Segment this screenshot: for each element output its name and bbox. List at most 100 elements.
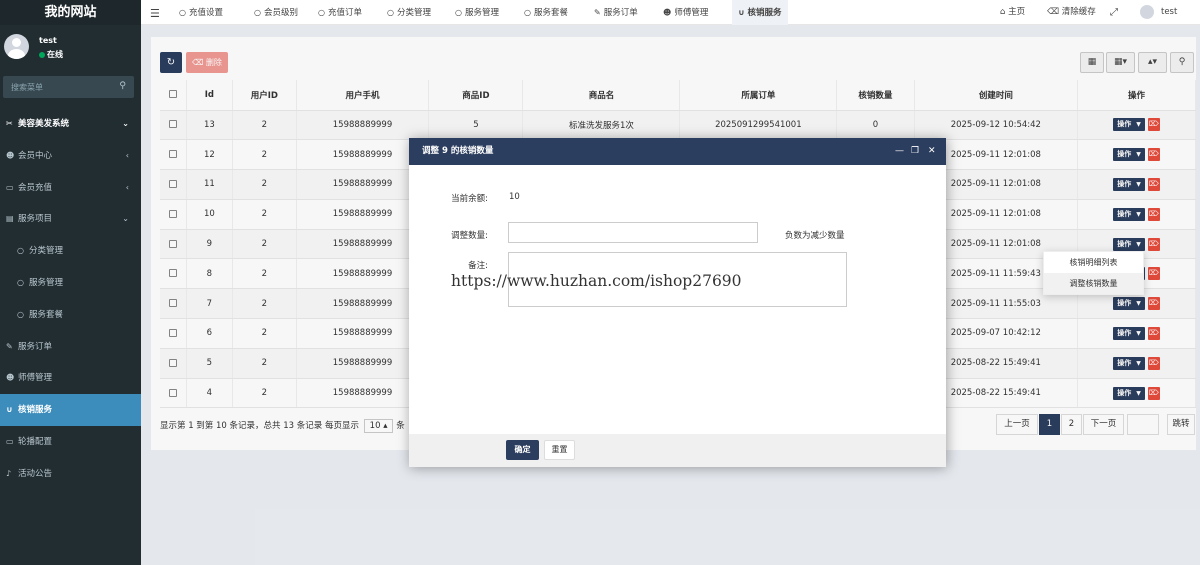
sidebar-item-9[interactable]: ∪ 核销服务 — [0, 394, 141, 426]
sidebar-item-10[interactable]: ▭ 轮播配置 — [0, 426, 141, 458]
tab-icon: ☻ — [663, 8, 672, 17]
trash-icon: ⌫ — [1047, 7, 1060, 17]
tab-label: 分类管理 — [396, 8, 431, 18]
action-dropdown-menu: 核销明细列表 调整核销数量 — [1043, 251, 1144, 295]
tab-0[interactable]: ○ 充值设置 — [179, 0, 223, 25]
sidebar-item-icon: ♪ — [6, 468, 12, 478]
brand-title[interactable]: 我的网站 — [0, 0, 141, 25]
sidebar-item-icon: ☻ — [6, 150, 15, 160]
user-status-label: 在线 — [47, 50, 63, 59]
tab-label: 会员级别 — [263, 8, 298, 18]
dropdown-item-writeoff-detail[interactable]: 核销明细列表 — [1044, 252, 1143, 273]
tab-1[interactable]: ○ 会员级别 — [254, 0, 298, 25]
dialog-header: 调整 9 的核销数量 — ❐ ✕ — [409, 138, 946, 165]
sidebar-item-label: 活动公告 — [18, 468, 53, 479]
top-user-name[interactable]: test — [1161, 0, 1177, 25]
avatar — [4, 34, 29, 59]
sidebar-item-icon: ○ — [17, 246, 24, 256]
sidebar-item-icon: ▭ — [6, 182, 14, 192]
sidebar-item-4[interactable]: ○ 分类管理 — [0, 235, 141, 267]
tab-icon: ○ — [387, 8, 394, 17]
clear-cache-link[interactable]: ⌫ 清除缓存 — [1047, 0, 1096, 25]
tab-icon: ✎ — [594, 8, 601, 17]
sidebar-item-6[interactable]: ○ 服务套餐 — [0, 299, 141, 331]
sidebar-item-label: 服务套餐 — [29, 309, 64, 320]
tab-6[interactable]: ✎ 服务订单 — [594, 0, 638, 25]
sidebar-menu: ✂ 美容美发系统 ⌄ ☻ 会员中心 ‹ ▭ 会员充值 ‹ ▤ 服务项目 ⌄ ○ 分类管理 ○ 服务管理 ○ 服务套… — [0, 108, 141, 490]
tab-icon: ○ — [254, 8, 261, 17]
reset-button[interactable]: 重置 — [544, 440, 575, 460]
quantity-label: 调整数量: — [451, 231, 488, 241]
sidebar-item-icon: ☻ — [6, 373, 15, 383]
sidebar-item-11[interactable]: ♪ 活动公告 — [0, 458, 141, 490]
tab-label: 师傅管理 — [674, 8, 709, 18]
sidebar-item-icon: ∪ — [6, 405, 13, 415]
tab-2[interactable]: ○ 充值订单 — [318, 0, 362, 25]
sidebar-item-label: 服务项目 — [18, 214, 53, 225]
sidebar-item-icon: ✎ — [6, 341, 13, 351]
sidebar-item-3[interactable]: ▤ 服务项目 ⌄ — [0, 203, 141, 235]
sidebar-item-icon: ▭ — [6, 436, 14, 446]
sidebar-item-icon: ○ — [17, 277, 24, 287]
confirm-button[interactable]: 确定 — [506, 440, 539, 460]
adjust-dialog: 调整 9 的核销数量 — ❐ ✕ 当前余额: 10 调整数量: 负数为减少数量 … — [409, 138, 946, 467]
sidebar-item-label: 服务订单 — [18, 341, 53, 352]
sidebar-search-input[interactable]: 搜索菜单 — [11, 82, 43, 93]
user-panel: test 在线 — [0, 25, 141, 70]
sidebar-item-icon: ▤ — [6, 214, 14, 224]
sidebar-item-0[interactable]: ✂ 美容美发系统 ⌄ — [0, 108, 141, 140]
sidebar-item-label: 分类管理 — [29, 246, 64, 257]
quantity-input[interactable] — [508, 222, 758, 243]
sidebar-item-7[interactable]: ✎ 服务订单 — [0, 331, 141, 363]
sidebar-item-label: 师傅管理 — [18, 373, 53, 384]
tab-4[interactable]: ○ 服务管理 — [455, 0, 499, 25]
sidebar-item-icon: ○ — [17, 309, 24, 319]
tab-8[interactable]: ∪ 核销服务 — [732, 0, 788, 25]
sidebar-item-2[interactable]: ▭ 会员充值 ‹ — [0, 172, 141, 204]
quantity-hint: 负数为减少数量 — [785, 231, 845, 241]
tab-icon: ○ — [455, 8, 462, 17]
home-icon: ⌂ — [1000, 7, 1006, 17]
tab-label: 服务订单 — [603, 8, 638, 18]
sidebar-item-label: 服务管理 — [29, 277, 64, 288]
balance-value: 10 — [509, 192, 520, 202]
home-label: 主页 — [1008, 7, 1026, 17]
balance-label: 当前余额: — [451, 194, 488, 204]
sidebar-item-label: 会员充值 — [18, 182, 53, 193]
online-dot-icon — [39, 51, 45, 58]
tab-label: 服务套餐 — [533, 8, 568, 18]
chevron-icon: ‹ — [125, 182, 129, 192]
sidebar-item-8[interactable]: ☻ 师傅管理 — [0, 362, 141, 394]
tab-7[interactable]: ☻ 师傅管理 — [663, 0, 708, 25]
maximize-icon[interactable]: ❐ — [911, 138, 919, 165]
tab-icon: ○ — [318, 8, 325, 17]
sidebar: 我的网站 test 在线 搜索菜单 ⚲ ✂ 美容美发系统 ⌄ ☻ 会员中心 ‹ ▭ 会员充值 ‹… — [0, 0, 141, 565]
sidebar-item-icon: ✂ — [6, 119, 13, 128]
chevron-icon: ⌄ — [122, 214, 129, 224]
tab-5[interactable]: ○ 服务套餐 — [524, 0, 568, 25]
chevron-icon: ⌄ — [122, 119, 129, 128]
tab-label: 充值设置 — [188, 8, 223, 18]
dialog-title: 调整 9 的核销数量 — [422, 146, 494, 156]
sidebar-item-label: 美容美发系统 — [18, 119, 70, 129]
remark-label: 备注: — [468, 261, 488, 271]
chevron-icon: ‹ — [125, 150, 129, 160]
top-nav: ☰ ○ 充值设置 ○ 会员级别 ○ 充值订单 ○ 分类管理 ○ 服务管理 ○ 服务套餐 ✎ 服务订单 ☻ 师傅… — [141, 0, 1200, 25]
fullscreen-icon[interactable]: ⤢ — [1110, 0, 1118, 25]
minimize-icon[interactable]: — — [895, 138, 904, 165]
tab-3[interactable]: ○ 分类管理 — [387, 0, 431, 25]
sidebar-item-5[interactable]: ○ 服务管理 — [0, 267, 141, 299]
sidebar-item-1[interactable]: ☻ 会员中心 ‹ — [0, 140, 141, 172]
sidebar-item-label: 轮播配置 — [18, 436, 53, 447]
top-avatar[interactable] — [1140, 5, 1154, 19]
home-link[interactable]: ⌂ 主页 — [1000, 0, 1025, 25]
dropdown-item-adjust-quantity[interactable]: 调整核销数量 — [1044, 273, 1143, 294]
menu-toggle-icon[interactable]: ☰ — [150, 7, 160, 20]
close-icon[interactable]: ✕ — [928, 138, 936, 165]
tab-label: 充值订单 — [327, 8, 362, 18]
search-icon[interactable]: ⚲ — [119, 81, 126, 91]
clear-cache-label: 清除缓存 — [1061, 7, 1096, 17]
sidebar-search[interactable]: 搜索菜单 ⚲ — [3, 76, 134, 98]
tab-label: 核销服务 — [747, 8, 782, 18]
sidebar-item-label: 会员中心 — [18, 150, 53, 161]
